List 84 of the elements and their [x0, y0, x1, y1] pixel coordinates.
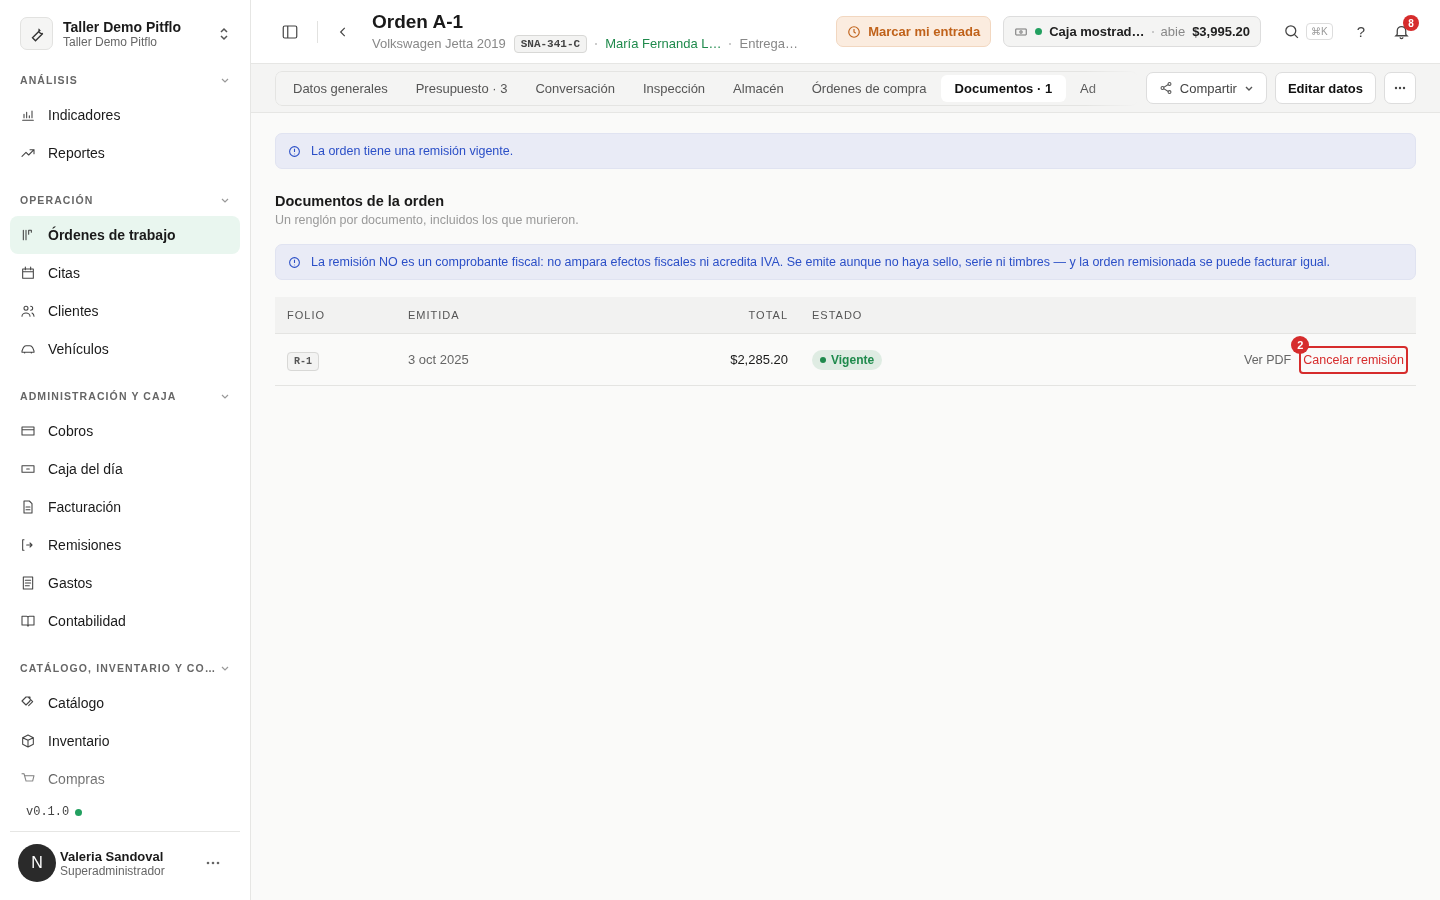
column-header: ESTADO [811, 309, 864, 321]
notification-badge: 8 [1403, 15, 1419, 31]
info-icon [288, 255, 301, 269]
order-title: Orden A-1 [372, 10, 465, 33]
register-amount: $3,995.20 [1192, 24, 1250, 39]
tab[interactable]: Conversación [521, 74, 629, 102]
status-badge: Vigente [812, 349, 883, 370]
nav-icon [20, 733, 36, 749]
search-icon[interactable] [1283, 23, 1300, 40]
user-role: Superadministrador [60, 863, 166, 878]
user-avatar[interactable]: N [18, 844, 56, 882]
tab[interactable]: Ad [1066, 74, 1110, 102]
nav-item[interactable]: Facturación [10, 488, 240, 526]
share-button[interactable]: Compartir [1145, 72, 1267, 104]
register-name: Caja mostrad… [1049, 24, 1145, 39]
cash-register-button[interactable]: Caja mostrad… abie $3,995.20 [1003, 16, 1261, 47]
section-header[interactable]: OPERACIÓN [10, 172, 240, 216]
tab[interactable]: Almacén [719, 74, 798, 102]
section-title: ANÁLISIS [20, 73, 78, 86]
workspace-subtitle: Taller Demo Pitflo [63, 34, 159, 49]
user-name: Valeria Sandoval [60, 848, 165, 864]
nav-item[interactable]: Indicadores [10, 96, 240, 134]
status-label: Entrega… [739, 36, 799, 51]
tab[interactable]: Inspección [628, 74, 720, 102]
nav-item[interactable]: Vehículos [10, 330, 240, 368]
nav-item[interactable]: Gastos [10, 564, 240, 602]
section-title: CATÁLOGO, INVENTARIO Y CO… [20, 661, 217, 674]
nav-icon [20, 499, 36, 515]
shortcut-hint: ⌘K [1306, 23, 1333, 40]
column-header: EMITIDA [408, 309, 461, 321]
view-pdf-link[interactable]: Ver PDF [1244, 352, 1292, 367]
clock-in-button[interactable]: Marcar mi entrada [836, 16, 992, 47]
sidebar-toggle-icon[interactable] [281, 22, 299, 41]
nav-icon [20, 303, 36, 319]
nav-item[interactable]: Cobros [10, 412, 240, 450]
nav-item[interactable]: Inventario [10, 722, 240, 760]
section-title: ADMINISTRACIÓN Y CAJA [20, 389, 177, 402]
edit-button[interactable]: Editar datos [1274, 72, 1376, 104]
tab[interactable]: Presupuesto · 3 [401, 74, 522, 102]
tab[interactable]: Datos generales [279, 74, 402, 102]
count-badge: 2 [1291, 335, 1310, 354]
nav-icon [20, 265, 36, 281]
table-cell-text: $2,285.20 [729, 352, 788, 367]
column-header: FOLIO [286, 309, 326, 321]
share-icon [1158, 81, 1173, 95]
section-title: Documentos de la orden [275, 193, 446, 209]
section-header[interactable]: CATÁLOGO, INVENTARIO Y CO… [10, 640, 240, 684]
nav-item[interactable]: Catálogo [10, 684, 240, 722]
workspace-name: Taller Demo Pitflo [63, 18, 182, 35]
version-label: v0.1.0 [26, 805, 70, 819]
more-icon[interactable] [206, 861, 220, 865]
nav-item[interactable]: Reportes [10, 134, 240, 172]
nav-icon [20, 423, 36, 439]
clock-icon [847, 24, 862, 39]
nav-item[interactable]: Contabilidad [10, 602, 240, 640]
nav-item[interactable]: Citas [10, 254, 240, 292]
register-state: abie [1160, 24, 1186, 39]
notice-text: La orden tiene una remisión vigente. [311, 144, 514, 158]
more-icon [1394, 86, 1406, 90]
bell-icon[interactable] [1393, 23, 1410, 40]
nav-icon [20, 613, 36, 629]
nav-item[interactable]: Clientes [10, 292, 240, 330]
plate-badge: SNA-341-C [513, 34, 588, 53]
chevron-updown-icon [218, 26, 230, 41]
nav-item[interactable]: Remisiones [10, 526, 240, 564]
section-title: OPERACIÓN [20, 193, 94, 206]
tab[interactable]: Órdenes de compra [797, 74, 941, 102]
help-button[interactable]: ? [1356, 23, 1365, 40]
table-cell-text: 3 oct 2025 [408, 352, 470, 367]
folio-badge: R-1 [287, 352, 319, 371]
info-text: La remisión NO es un comprobante fiscal: no ampara efectos fiscales ni acredita IVA. Se emite aunque no haya sello, serie ni timbres — y la orden remisionada se puede facturar igual. [311, 255, 1331, 269]
vehicle-label: Volkswagen Jetta 2019 [372, 36, 506, 51]
section-header[interactable]: ADMINISTRACIÓN Y CAJA [10, 368, 240, 412]
workspace-switcher[interactable]: Taller Demo Pitflo Taller Demo Pitflo [10, 0, 240, 60]
info-icon [288, 144, 301, 158]
section-subtitle: Un renglón por documento, incluidos los que murieron. [275, 213, 580, 227]
nav-item[interactable]: Caja del día [10, 450, 240, 488]
customer-link[interactable]: María Fernanda L… [605, 36, 722, 51]
nav-icon [20, 575, 36, 591]
nav-item[interactable]: Órdenes de trabajo [10, 216, 240, 254]
column-header: TOTAL [747, 309, 788, 321]
nav-item[interactable]: Compras [10, 760, 240, 798]
section-header[interactable]: ANÁLISIS [10, 60, 240, 96]
tab[interactable]: Documentos · 1 [940, 74, 1067, 102]
